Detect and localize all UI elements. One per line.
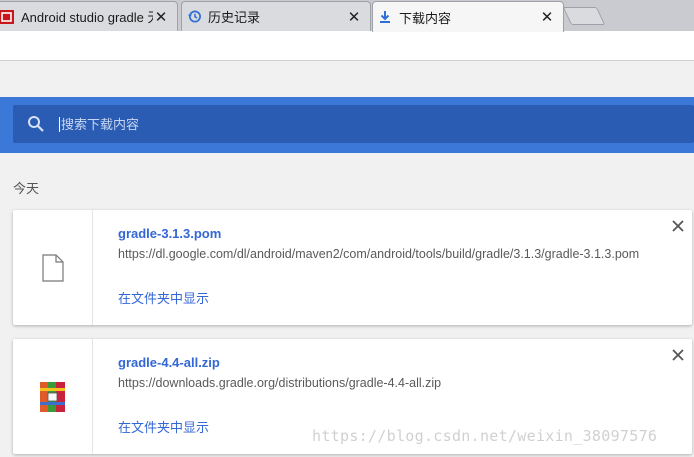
- new-tab-button[interactable]: [562, 7, 606, 25]
- download-filename-link[interactable]: gradle-4.4-all.zip: [118, 355, 220, 370]
- download-url[interactable]: https://downloads.gradle.org/distributio…: [118, 376, 648, 390]
- download-item: gradle-3.1.3.pom https://dl.google.com/d…: [13, 210, 692, 325]
- history-icon: [186, 9, 202, 25]
- file-icon: [41, 253, 64, 282]
- page-top-strip: [0, 61, 694, 97]
- download-url[interactable]: https://dl.google.com/dl/android/maven2/…: [118, 247, 648, 261]
- watermark: https://blog.csdn.net/weixin_38097576: [312, 427, 658, 445]
- show-in-folder-link[interactable]: 在文件夹中显示: [118, 288, 209, 307]
- file-icon-column: [13, 210, 93, 325]
- tab-history[interactable]: 历史记录 ✕: [181, 1, 371, 31]
- file-icon-column: [13, 339, 93, 454]
- search-input[interactable]: [59, 116, 619, 132]
- tab-title: Android studio gradle 无: [21, 10, 153, 25]
- close-tab-icon[interactable]: ✕: [153, 8, 169, 26]
- show-in-folder-link[interactable]: 在文件夹中显示: [118, 417, 209, 436]
- remove-download-icon[interactable]: [670, 218, 686, 234]
- winrar-archive-icon: [39, 381, 65, 412]
- downloads-header: [0, 97, 694, 153]
- tab-title: 历史记录: [208, 10, 261, 25]
- download-filename-link[interactable]: gradle-3.1.3.pom: [118, 226, 221, 241]
- csdn-logo-icon: [0, 9, 15, 25]
- close-tab-icon[interactable]: ✕: [346, 8, 362, 26]
- remove-download-icon[interactable]: [670, 347, 686, 363]
- date-heading: 今天: [13, 181, 40, 196]
- download-icon: [377, 9, 393, 25]
- tab-title: 下载内容: [399, 10, 452, 26]
- tab-strip: Android studio gradle 无 ✕ 历史记录 ✕ 下载内容 ✕: [0, 0, 694, 32]
- search-icon[interactable]: [27, 115, 45, 133]
- search-bar[interactable]: [13, 105, 694, 143]
- browser-toolbar: [0, 31, 694, 61]
- tab-downloads[interactable]: 下载内容 ✕: [372, 1, 564, 32]
- tab-android-studio[interactable]: Android studio gradle 无 ✕: [0, 1, 178, 31]
- close-tab-icon[interactable]: ✕: [539, 8, 555, 26]
